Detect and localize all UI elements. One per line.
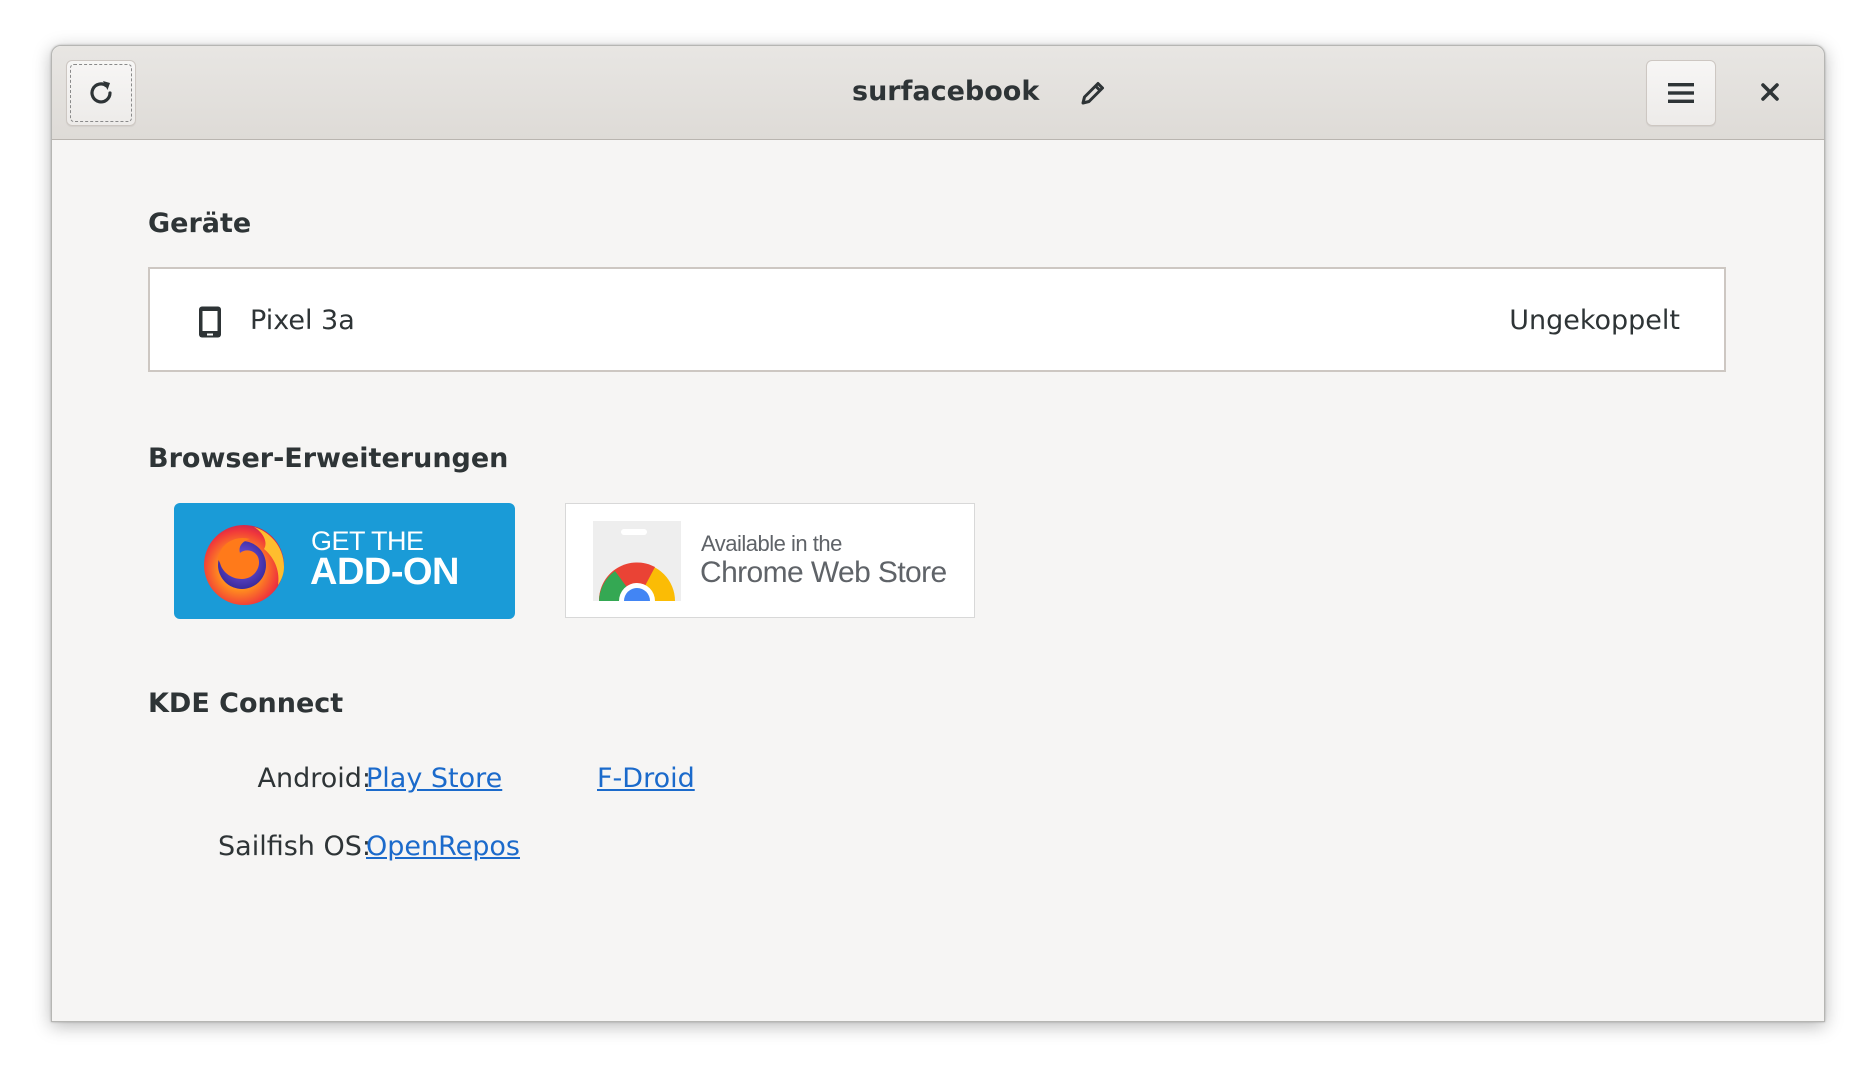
pencil-icon	[1081, 82, 1104, 105]
kde-connect-heading: KDE Connect	[148, 688, 344, 719]
app-window: surfacebook Geräte Pixel 3a Ungekoppelt …	[51, 45, 1825, 1022]
play-store-link[interactable]: Play Store	[366, 763, 502, 794]
header-bar: surfacebook	[52, 46, 1824, 140]
refresh-button[interactable]	[66, 60, 136, 126]
close-button[interactable]	[1742, 64, 1798, 120]
devices-heading: Geräte	[148, 208, 252, 239]
device-row[interactable]: Pixel 3a Ungekoppelt	[150, 269, 1724, 370]
firefox-addon-badge[interactable]: GET THE ADD-ON	[174, 503, 515, 619]
smartphone-icon	[199, 306, 221, 338]
openrepos-link[interactable]: OpenRepos	[366, 831, 520, 862]
device-name: Pixel 3a	[250, 305, 355, 336]
chrome-badge-line1: Available in the	[701, 531, 842, 556]
addon-badge-line2: ADD-ON	[310, 551, 459, 593]
chrome-logo	[593, 521, 681, 601]
devices-list: Pixel 3a Ungekoppelt	[148, 267, 1726, 372]
android-label: Android:	[257, 763, 371, 794]
sailfish-os-label: Sailfish OS:	[218, 831, 371, 862]
window-title: surfacebook	[852, 76, 1040, 107]
device-status: Ungekoppelt	[1509, 305, 1680, 336]
refresh-icon	[90, 81, 112, 104]
chrome-badge-line2: Chrome Web Store	[700, 556, 947, 589]
chrome-web-store-badge[interactable]: Available in the Chrome Web Store	[565, 503, 975, 618]
main-menu-button[interactable]	[1646, 60, 1716, 126]
close-icon	[1761, 83, 1779, 101]
edit-name-button[interactable]	[1072, 72, 1114, 114]
hamburger-menu-icon	[1668, 83, 1694, 103]
firefox-logo	[204, 525, 284, 605]
browser-extensions-heading: Browser-Erweiterungen	[148, 443, 509, 474]
f-droid-link[interactable]: F-Droid	[597, 763, 695, 794]
